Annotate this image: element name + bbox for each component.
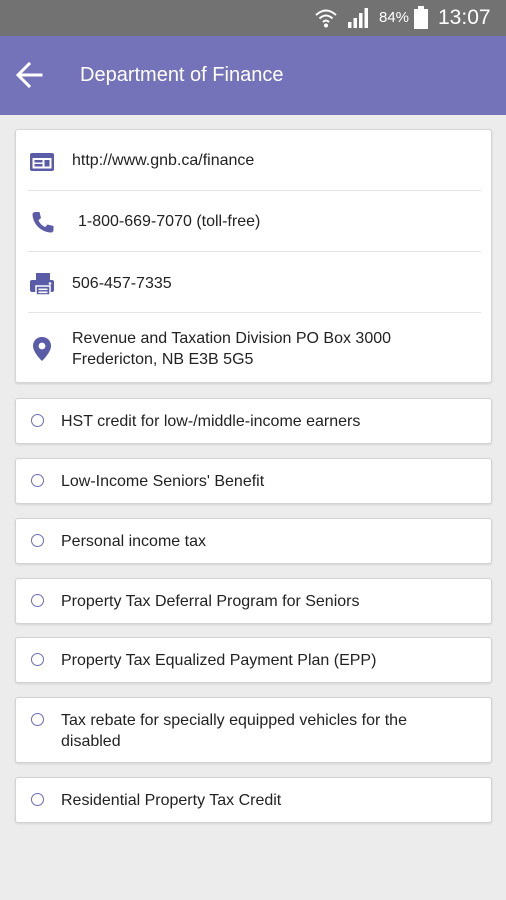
website-link[interactable]: http://www.gnb.ca/finance <box>72 150 254 171</box>
topic-label: Residential Property Tax Credit <box>61 792 282 809</box>
radio-circle-icon <box>31 474 44 487</box>
location-pin-icon <box>33 337 51 361</box>
wifi-icon <box>315 9 337 28</box>
radio-circle-icon <box>31 653 44 666</box>
fax-row[interactable]: 506-457-7335 <box>16 252 493 313</box>
radio-circle-icon <box>31 594 44 607</box>
topic-item-tax-rebate-for-specially-equippe[interactable]: Tax rebate for specially equipped vehicl… <box>15 697 492 763</box>
topic-label: disabled <box>61 733 121 750</box>
topic-item-residential-property-tax-credit[interactable]: Residential Property Tax Credit <box>15 777 492 823</box>
contact-card: http://www.gnb.ca/finance 1-800-669-7070… <box>15 129 492 383</box>
address-row[interactable]: Revenue and Taxation Division PO Box 300… <box>16 313 493 383</box>
radio-circle-icon <box>31 414 44 427</box>
topic-item-low-income-seniors-benefit[interactable]: Low-Income Seniors' Benefit <box>15 458 492 504</box>
fax-icon <box>30 273 54 296</box>
radio-circle-icon <box>31 713 44 726</box>
topic-label: Personal income tax <box>61 533 206 550</box>
radio-circle-icon <box>31 534 44 547</box>
clock: 13:07 <box>438 6 491 29</box>
topic-label: HST credit for low-/middle-income earner… <box>61 413 361 430</box>
phone-row[interactable]: 1-800-669-7070 (toll-free) <box>16 191 493 252</box>
topic-item-personal-income-tax[interactable]: Personal income tax <box>15 518 492 564</box>
address-line-2: Fredericton, NB E3B 5G5 <box>72 351 254 368</box>
topic-item-property-tax-deferral-program-fo[interactable]: Property Tax Deferral Program for Senior… <box>15 578 492 624</box>
battery-icon <box>414 6 428 29</box>
battery-percent: 84% <box>379 9 410 26</box>
topic-label: Low-Income Seniors' Benefit <box>61 473 265 490</box>
topic-label: Tax rebate for specially equipped vehicl… <box>61 712 407 729</box>
fax-number[interactable]: 506-457-7335 <box>72 273 172 294</box>
app-bar: Department of Finance <box>0 36 506 115</box>
phone-icon <box>32 212 54 233</box>
status-bar: 84% 13:07 <box>0 0 506 36</box>
web-icon <box>30 153 54 171</box>
back-button[interactable] <box>8 55 50 95</box>
topic-item-hst-credit-for-low-middle-income[interactable]: HST credit for low-/middle-income earner… <box>15 398 492 444</box>
phone-number[interactable]: 1-800-669-7070 (toll-free) <box>78 211 260 232</box>
topic-label: Property Tax Deferral Program for Senior… <box>61 593 360 610</box>
website-row[interactable]: http://www.gnb.ca/finance <box>16 130 493 190</box>
signal-icon <box>348 8 368 28</box>
back-arrow-icon <box>15 62 43 88</box>
address-line-1: Revenue and Taxation Division PO Box 300… <box>72 330 392 347</box>
radio-circle-icon <box>31 793 44 806</box>
topic-label: Property Tax Equalized Payment Plan (EPP… <box>61 652 377 669</box>
page-title: Department of Finance <box>80 64 284 86</box>
topic-item-property-tax-equalized-payment-p[interactable]: Property Tax Equalized Payment Plan (EPP… <box>15 637 492 683</box>
